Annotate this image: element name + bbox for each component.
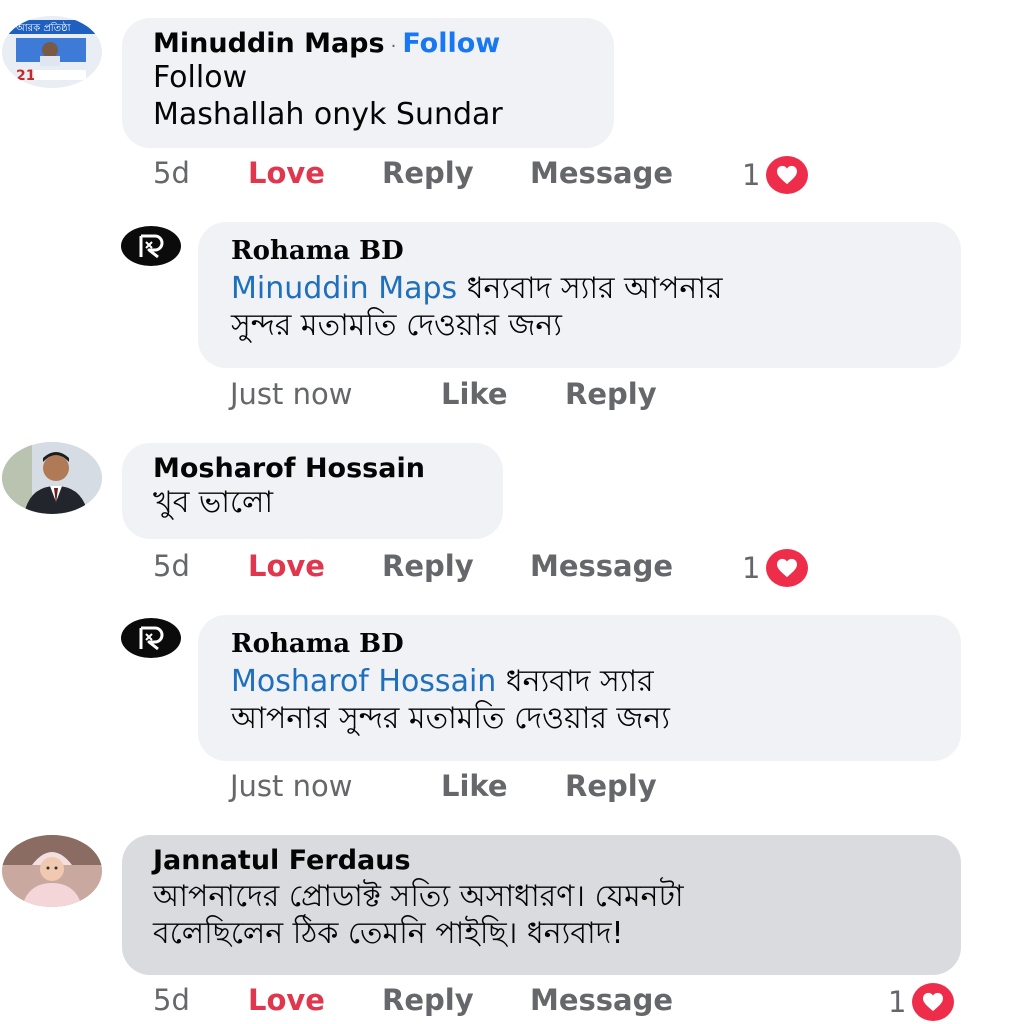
reaction-summary[interactable]: 1 <box>742 156 809 194</box>
comment-text-line: আপনাদের প্রোডাক্ট সত্যি অসাধারণ। যেমনটা <box>153 879 684 914</box>
message-button[interactable]: Message <box>530 549 673 583</box>
mention-link[interactable]: Minuddin Maps <box>231 271 457 306</box>
love-button[interactable]: Love <box>248 983 382 1017</box>
reaction-summary[interactable]: 1 <box>888 983 955 1021</box>
comment-bubble[interactable]: Jannatul Ferdaus আপনাদের প্রোডাক্ট সত্যি… <box>122 835 961 975</box>
reply-text-line: সুন্দর মতামতি দেওয়ার জন্য <box>231 308 562 343</box>
svg-text:21: 21 <box>16 68 35 84</box>
comment-text-line: বলেছিলেন ঠিক তেমনি পাইছি। ধন্যবাদ! <box>153 916 624 951</box>
reply-bubble[interactable]: Rohama BD Mosharof Hossain ধন্যবাদ স্যার… <box>198 615 961 761</box>
love-button[interactable]: Love <box>248 549 382 583</box>
reply-author[interactable]: Rohama BD <box>231 629 961 659</box>
heart-icon <box>766 549 809 587</box>
reaction-count: 1 <box>888 985 907 1019</box>
reply-button[interactable]: Reply <box>382 156 530 190</box>
message-button[interactable]: Message <box>530 983 673 1017</box>
comment-text: আপনাদের প্রোডাক্ট সত্যি অসাধারণ। যেমনটা … <box>153 878 961 952</box>
reply-time[interactable]: Just now <box>230 377 441 411</box>
reply-text-rest: ধন্যবাদ স্যার <box>496 664 654 699</box>
reply-button[interactable]: Reply <box>565 377 657 411</box>
reply-text: Mosharof Hossain ধন্যবাদ স্যার আপনার সুন… <box>231 663 961 737</box>
comment-bubble[interactable]: Mosharof Hossain খুব ভালো <box>122 443 503 539</box>
comment-time[interactable]: 5d <box>153 156 248 190</box>
heart-icon <box>912 983 955 1021</box>
comment-text: খুব ভালো <box>153 484 503 521</box>
reply-author[interactable]: Rohama BD <box>231 236 961 266</box>
separator-dot: · <box>390 36 397 57</box>
reply-text: Minuddin Maps ধন্যবাদ স্যার আপনার সুন্দর… <box>231 270 961 344</box>
rohama-logo-icon <box>139 234 164 259</box>
reply-bubble[interactable]: Rohama BD Minuddin Maps ধন্যবাদ স্যার আপ… <box>198 222 961 368</box>
love-button[interactable]: Love <box>248 156 382 190</box>
follow-link[interactable]: Follow <box>402 28 500 59</box>
comment-time[interactable]: 5d <box>153 549 248 583</box>
reply-actions: Just now Like Reply <box>230 377 657 411</box>
comment-bubble[interactable]: Minuddin Maps · Follow Follow Mashallah on… <box>122 18 614 148</box>
mention-link[interactable]: Mosharof Hossain <box>231 664 496 699</box>
comment-author[interactable]: Minuddin Maps <box>153 28 385 59</box>
reply-button[interactable]: Reply <box>382 549 530 583</box>
svg-text:আরক প্রতিষ্ঠা: আরক প্রতিষ্ঠা <box>15 21 72 34</box>
avatar[interactable]: আরক প্রতিষ্ঠা 21 <box>2 16 102 88</box>
heart-icon <box>766 156 809 194</box>
reply-time[interactable]: Just now <box>230 769 441 803</box>
reaction-count: 1 <box>742 158 761 192</box>
message-button[interactable]: Message <box>530 156 673 190</box>
comment-author-row: Minuddin Maps · Follow <box>153 28 614 59</box>
comment-time[interactable]: 5d <box>153 983 248 1017</box>
comment-text-line: Follow <box>153 60 248 95</box>
reply-button[interactable]: Reply <box>565 769 657 803</box>
reply-button[interactable]: Reply <box>382 983 530 1017</box>
comment-text-line: Mashallah onyk Sundar <box>153 97 503 132</box>
reaction-summary[interactable]: 1 <box>742 549 809 587</box>
avatar[interactable] <box>121 618 181 658</box>
reply-text-line: Minuddin Maps ধন্যবাদ স্যার আপনার <box>231 270 961 307</box>
comment-author[interactable]: Jannatul Ferdaus <box>153 845 961 876</box>
comment-actions: 5d Love Reply Message <box>153 549 673 583</box>
like-button[interactable]: Like <box>441 769 565 803</box>
comment-text: Follow Mashallah onyk Sundar <box>153 59 614 133</box>
avatar[interactable] <box>2 442 102 514</box>
avatar[interactable] <box>2 835 102 907</box>
comment-actions: 5d Love Reply Message <box>153 156 673 190</box>
reaction-count: 1 <box>742 551 761 585</box>
reply-actions: Just now Like Reply <box>230 769 657 803</box>
rohama-logo-icon <box>139 626 164 651</box>
reply-text-line: Mosharof Hossain ধন্যবাদ স্যার <box>231 663 961 700</box>
avatar[interactable] <box>121 226 181 266</box>
like-button[interactable]: Like <box>441 377 565 411</box>
comment-actions: 5d Love Reply Message <box>153 983 673 1017</box>
reply-text-line: আপনার সুন্দর মতামতি দেওয়ার জন্য <box>231 701 670 736</box>
comment-author[interactable]: Mosharof Hossain <box>153 453 503 484</box>
reply-text-rest: ধন্যবাদ স্যার আপনার <box>457 271 723 306</box>
comment-text-line: খুব ভালো <box>153 485 274 520</box>
